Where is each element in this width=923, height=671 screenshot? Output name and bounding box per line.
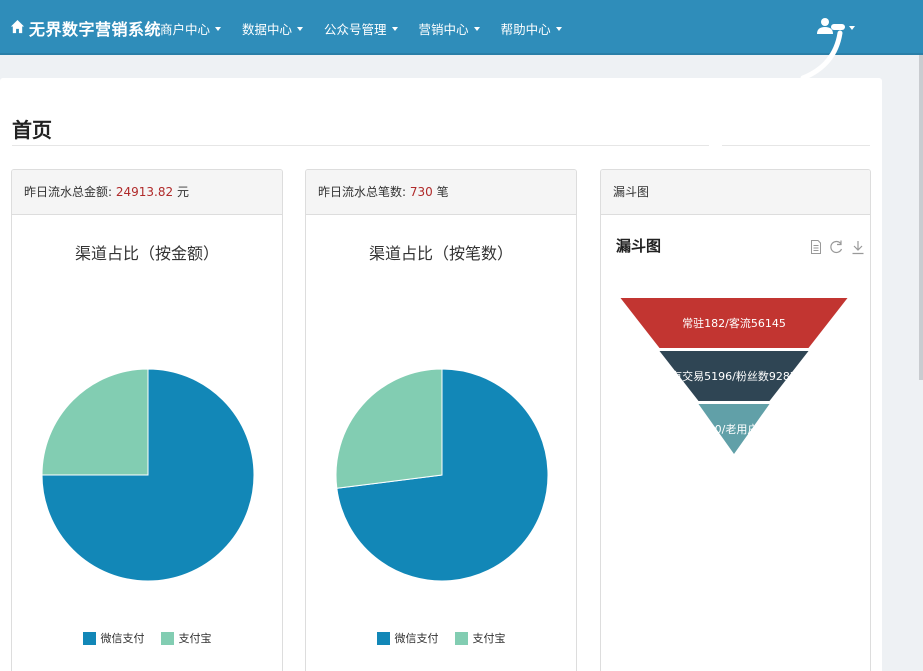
header-unit: 笔 <box>436 185 449 199</box>
header-value: 24913.82 <box>115 185 174 199</box>
caret-down-icon <box>555 26 562 31</box>
legend-item-wechat[interactable]: 微信支付 <box>376 630 439 646</box>
legend-label: 微信支付 <box>100 632 145 645</box>
chart-title: 渠道占比（按金额） <box>74 244 219 263</box>
caret-down-icon <box>391 26 398 31</box>
caret-down-icon <box>473 26 480 31</box>
funnel-stage-label: 新用户0/老用户5196 <box>682 422 787 436</box>
chart-legend: 微信支付 支付宝 <box>306 630 576 646</box>
scrollbar[interactable] <box>919 55 923 380</box>
funnel-stage-label: 当天0/会员22 <box>700 475 769 489</box>
pie-slice-alipay[interactable] <box>41 368 149 476</box>
divider <box>722 145 870 146</box>
card-header: 昨日流水总笔数: 730 笔 <box>306 170 576 215</box>
nav-help-center[interactable]: 帮助中心 <box>501 19 562 38</box>
legend-item-wechat[interactable]: 微信支付 <box>82 630 145 646</box>
legend-swatch <box>376 631 390 645</box>
nav-label: 商户中心 <box>160 22 211 37</box>
legend-label: 支付宝 <box>472 632 506 645</box>
header-unit: 元 <box>176 185 189 199</box>
decorative-swoosh <box>800 30 843 81</box>
caret-down-icon <box>297 26 304 31</box>
top-navbar: 无界数字营销系统 商户中心 数据中心 公众号管理 营销中心 帮助中心 <box>0 0 923 55</box>
nav-label: 帮助中心 <box>500 22 551 37</box>
nav-marketing-center[interactable]: 营销中心 <box>419 19 480 38</box>
page-title: 首页 <box>12 118 52 142</box>
funnel-chart: 常驻182/客流56145 有交易5196/粉丝数9287 新用户0/老用户5196… <box>620 298 848 542</box>
header-label: 昨日流水总金额: <box>24 185 113 199</box>
pie-chart-count <box>335 368 549 582</box>
brand-link[interactable]: 无界数字营销系统 <box>10 16 161 40</box>
funnel-stage-label: 常驻182/客流56145 <box>682 316 786 330</box>
nav-data-center[interactable]: 数据中心 <box>242 19 304 38</box>
nav-merchant-center[interactable]: 商户中心 <box>160 19 222 38</box>
chart-legend: 微信支付 支付宝 <box>12 630 282 646</box>
caret-down-icon <box>215 26 222 31</box>
legend-swatch <box>160 631 174 645</box>
funnel-stage-label: 5人储值0.64元 <box>696 528 772 542</box>
legend-label: 微信支付 <box>394 632 439 645</box>
nav-label: 公众号管理 <box>324 22 387 37</box>
main-panel: 首页 昨日流水总金额: 24913.82 元 渠道占比（按金额） 微信支付 支付… <box>0 78 882 671</box>
chart-title: 渠道占比（按笔数） <box>368 244 513 263</box>
home-icon <box>10 19 29 38</box>
nav-label: 营销中心 <box>418 22 469 37</box>
legend-item-alipay[interactable]: 支付宝 <box>454 630 506 646</box>
nav-label: 数据中心 <box>242 22 293 37</box>
legend-label: 支付宝 <box>178 632 212 645</box>
legend-swatch <box>82 631 96 645</box>
legend-swatch <box>454 631 468 645</box>
header-value: 730 <box>409 185 433 199</box>
legend-item-alipay[interactable]: 支付宝 <box>160 630 212 646</box>
card-header: 昨日流水总金额: 24913.82 元 <box>12 170 282 215</box>
divider <box>12 145 709 146</box>
header-label: 昨日流水总笔数: <box>318 185 407 199</box>
funnel-stage-label: 有交易5196/粉丝数9287 <box>671 369 797 383</box>
main-nav: 商户中心 数据中心 公众号管理 营销中心 帮助中心 <box>160 19 583 38</box>
pie-chart-amount <box>41 368 255 582</box>
card-count-pie: 昨日流水总笔数: 730 笔 渠道占比（按笔数） 微信支付 支付宝 <box>305 169 577 671</box>
card-funnel: 漏斗图 漏斗图 常驻182/客流56145 有交易5196/粉丝数9287 新用户0… <box>600 169 871 671</box>
nav-official-account[interactable]: 公众号管理 <box>324 19 398 38</box>
card-amount-pie: 昨日流水总金额: 24913.82 元 渠道占比（按金额） 微信支付 支付宝 <box>11 169 283 671</box>
brand-name: 无界数字营销系统 <box>29 20 162 39</box>
pie-slice-alipay[interactable] <box>335 368 443 489</box>
